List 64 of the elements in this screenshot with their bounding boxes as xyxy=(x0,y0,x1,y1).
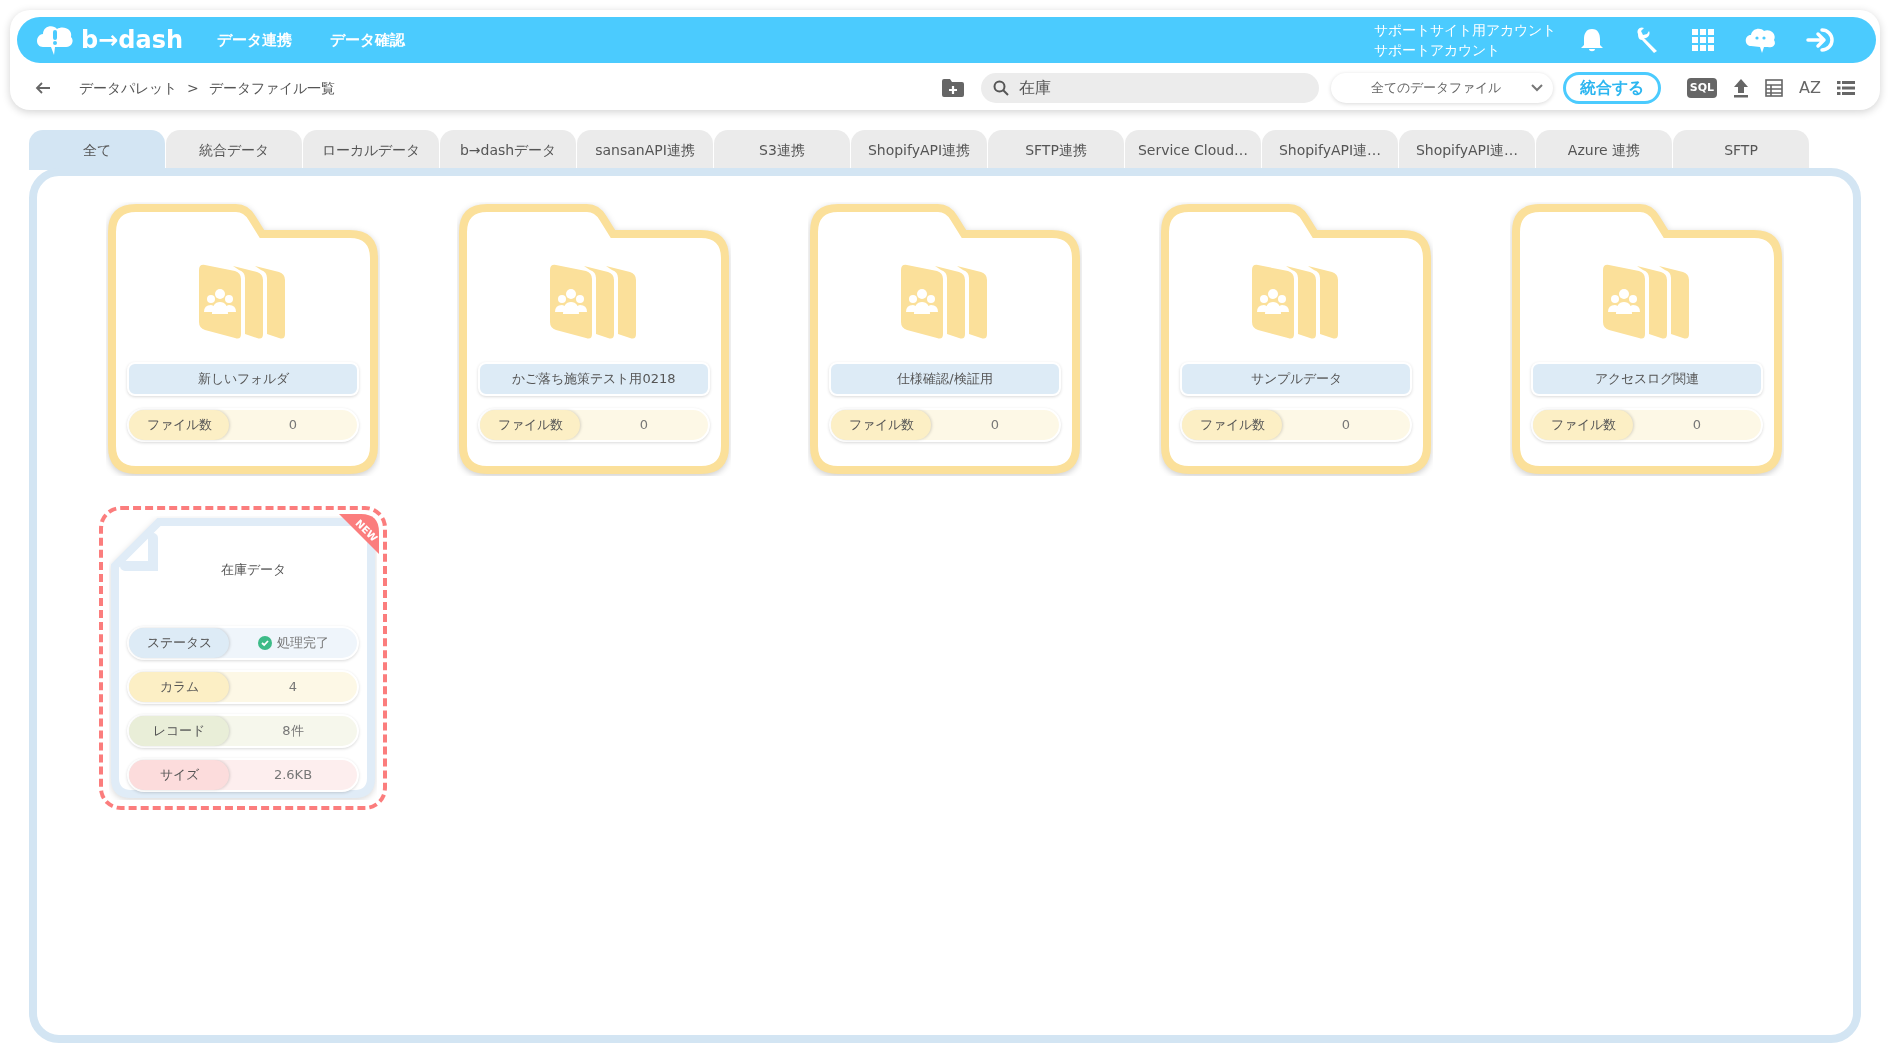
breadcrumb-separator: > xyxy=(187,78,199,98)
tab[interactable]: ShopifyAPI連… xyxy=(1399,130,1535,170)
upload-icon[interactable] xyxy=(1733,78,1750,98)
info-value: 0 xyxy=(990,416,1000,435)
search-icon xyxy=(992,80,1009,96)
folder-card[interactable]: かご落ち施策テスト用0218 ファイル数 0 xyxy=(457,202,731,476)
folder-name: 仕様確認/検証用 xyxy=(829,362,1061,396)
info-label: レコード xyxy=(129,715,229,746)
folder-card[interactable]: 新しいフォルダ ファイル数 0 xyxy=(106,202,380,476)
info-label: ファイル数 xyxy=(129,410,229,440)
info-label: ステータス xyxy=(129,627,229,658)
tab[interactable]: sansanAPI連携 xyxy=(577,130,713,170)
breadcrumb-link[interactable]: データパレット xyxy=(79,77,177,99)
info-label: ファイル数 xyxy=(480,410,580,440)
info-label: ファイル数 xyxy=(831,410,931,440)
search-field[interactable]: 在庫 xyxy=(980,73,1319,103)
folder-card[interactable]: サンプルデータ ファイル数 0 xyxy=(1159,202,1433,476)
tab[interactable]: ローカルデータ xyxy=(303,130,439,170)
list-icon[interactable] xyxy=(1837,80,1855,96)
folder-stack-icon xyxy=(901,264,989,340)
tab[interactable]: 統合データ xyxy=(166,130,302,170)
breadcrumb-link[interactable]: データファイル一覧 xyxy=(208,77,335,99)
folder-stack-icon xyxy=(550,264,638,340)
tab[interactable]: S3連携 xyxy=(714,130,850,170)
info-value: 4 xyxy=(288,677,298,696)
folder-stack-icon xyxy=(199,264,287,340)
folder-card[interactable]: アクセスログ関連 ファイル数 0 xyxy=(1510,202,1784,476)
account-site: サポートサイト用アカウント xyxy=(1374,21,1556,40)
tab[interactable]: Service Cloud… xyxy=(1125,130,1261,170)
table-icon[interactable] xyxy=(1765,79,1784,97)
info-value: 0 xyxy=(1692,416,1702,435)
tab[interactable]: ShopifyAPI連携 xyxy=(851,130,987,170)
tab[interactable]: SFTP xyxy=(1673,130,1809,170)
check-circle-icon xyxy=(257,635,272,650)
file-name: 在庫データ xyxy=(220,561,286,579)
info-value: 2.6KB xyxy=(273,765,313,784)
back-arrow-icon[interactable] xyxy=(35,81,51,95)
tab[interactable]: Azure 連携 xyxy=(1536,130,1672,170)
folder-name: 新しいフォルダ xyxy=(127,362,359,396)
add-folder-icon[interactable] xyxy=(940,78,965,98)
folder-name: アクセスログ関連 xyxy=(1531,362,1763,396)
folder-name: サンプルデータ xyxy=(1180,362,1412,396)
logo-icon xyxy=(35,23,75,57)
chevron-down-icon xyxy=(1530,84,1543,92)
account-name: サポートアカウント xyxy=(1374,41,1501,60)
info-label: サイズ xyxy=(129,759,229,790)
info-value: 0 xyxy=(288,416,298,435)
tab[interactable]: 全て xyxy=(29,130,165,170)
tab[interactable]: ShopifyAPI連… xyxy=(1262,130,1398,170)
tab[interactable]: b→dashデータ xyxy=(440,130,576,170)
info-value: 0 xyxy=(1341,416,1351,435)
folder-stack-icon xyxy=(1603,264,1691,340)
info-value: 処理完了 xyxy=(276,633,329,652)
folder-stack-icon xyxy=(1252,264,1340,340)
info-label: カラム xyxy=(129,671,229,702)
info-value: 0 xyxy=(639,416,649,435)
filter-dropdown[interactable]: 全てのデータファイル xyxy=(1330,73,1553,103)
folder-card[interactable]: 仕様確認/検証用 ファイル数 0 xyxy=(808,202,1082,476)
folder-name: かご落ち施策テスト用0218 xyxy=(478,362,710,396)
info-label: ファイル数 xyxy=(1533,410,1633,440)
info-label: ファイル数 xyxy=(1182,410,1282,440)
sort-az-icon[interactable]: AZ xyxy=(1799,80,1821,96)
tab[interactable]: SFTP連携 xyxy=(988,130,1124,170)
info-value: 8件 xyxy=(282,721,304,740)
